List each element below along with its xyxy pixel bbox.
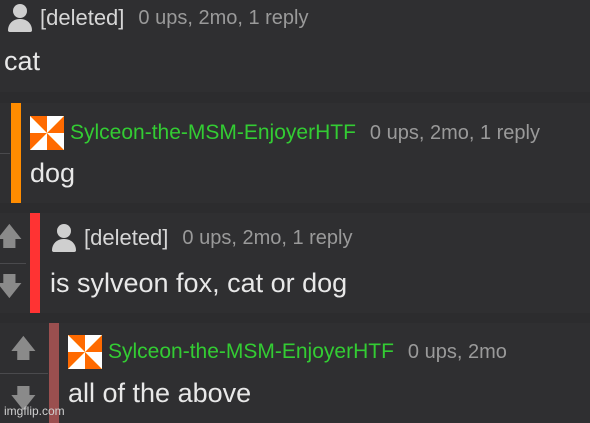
comment-header: Sylceon-the-MSM-EnjoyerHTF 0 ups, 2mo, 1… bbox=[30, 116, 540, 150]
person-icon bbox=[50, 224, 78, 252]
vote-column: 🡅 🡇 bbox=[0, 213, 26, 313]
comment-header: [deleted] 0 ups, 2mo, 1 reply bbox=[6, 4, 309, 32]
up-arrow-icon[interactable]: 🡅 bbox=[0, 223, 23, 249]
down-arrow-icon[interactable]: 🡇 bbox=[0, 273, 23, 299]
comment: 🡅 🡇 Sylceon-the-MSM-EnjoyerHTF 0 ups, 2m… bbox=[0, 323, 590, 423]
up-arrow-icon[interactable]: 🡅 bbox=[10, 335, 37, 361]
comment-text: cat bbox=[4, 46, 41, 76]
vote-divider bbox=[0, 263, 26, 264]
thread-depth-bar bbox=[11, 103, 21, 203]
username: [deleted] bbox=[84, 225, 169, 250]
comment-meta: 0 ups, 2mo, 1 reply bbox=[138, 6, 309, 29]
comment-text: dog bbox=[30, 158, 76, 188]
thread-depth-bar bbox=[30, 213, 40, 313]
comment-header: [deleted] 0 ups, 2mo, 1 reply bbox=[50, 224, 353, 252]
vote-column bbox=[0, 103, 10, 203]
pinwheel-icon[interactable] bbox=[68, 335, 102, 369]
vote-divider bbox=[0, 153, 10, 154]
vote-divider bbox=[0, 373, 48, 374]
comment-meta: 0 ups, 2mo, 1 reply bbox=[182, 226, 353, 249]
comment-meta: 0 ups, 2mo, 1 reply bbox=[369, 121, 540, 144]
pinwheel-icon[interactable] bbox=[30, 116, 64, 150]
person-icon bbox=[6, 4, 34, 32]
username-link[interactable]: Sylceon-the-MSM-EnjoyerHTF bbox=[70, 121, 356, 145]
username: [deleted] bbox=[40, 5, 125, 30]
comment-text: is sylveon fox, cat or dog bbox=[50, 268, 348, 298]
username-link[interactable]: Sylceon-the-MSM-EnjoyerHTF bbox=[108, 340, 394, 364]
comment-header: Sylceon-the-MSM-EnjoyerHTF 0 ups, 2mo bbox=[68, 335, 507, 369]
comment: [deleted] 0 ups, 2mo, 1 reply cat bbox=[0, 0, 590, 92]
comment: Sylceon-the-MSM-EnjoyerHTF 0 ups, 2mo, 1… bbox=[0, 103, 590, 203]
comment-text: all of the above bbox=[68, 378, 252, 408]
comment-meta: 0 ups, 2mo bbox=[407, 340, 507, 363]
watermark: imgflip.com bbox=[4, 404, 65, 418]
comment: 🡅 🡇 [deleted] 0 ups, 2mo, 1 reply is syl… bbox=[0, 213, 590, 313]
